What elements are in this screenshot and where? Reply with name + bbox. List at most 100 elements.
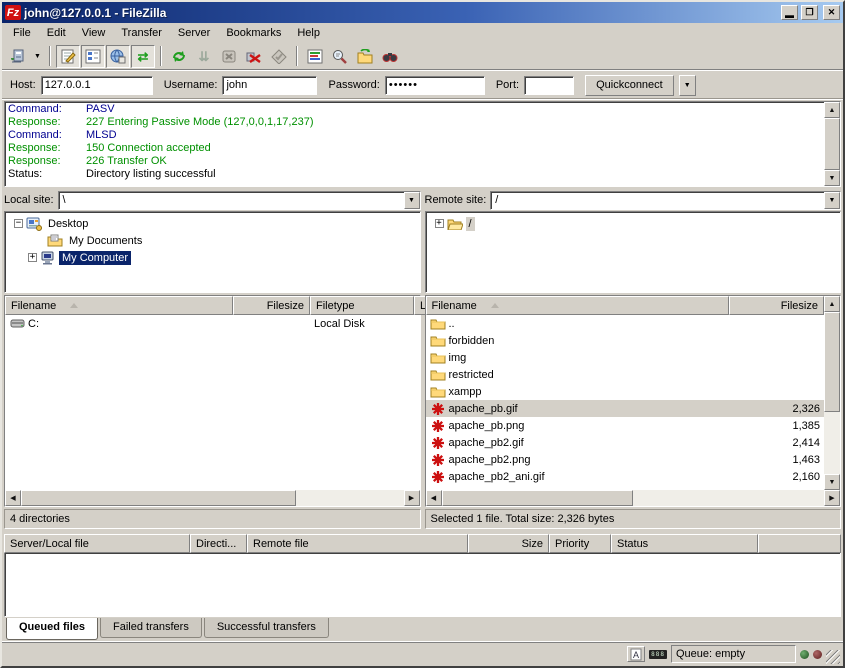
process-queue-button[interactable]: ⇊ [192,45,216,68]
speed-limit-indicator-icon[interactable]: 888 [649,650,667,659]
title-bar[interactable]: Fz john@127.0.0.1 - FileZilla ▬ ❒ ✕ [2,2,843,23]
close-button[interactable]: ✕ [823,5,840,20]
column-header-size[interactable]: Size [468,534,549,553]
local-directory-tree[interactable]: − Desktop My Documents + [4,211,421,293]
local-horizontal-scrollbar[interactable]: ◀ ▶ [5,490,420,506]
column-header-remote-file[interactable]: Remote file [247,534,468,553]
expand-icon[interactable]: + [435,219,444,228]
tab-successful-transfers[interactable]: Successful transfers [204,618,329,638]
column-header-filename[interactable]: Filename [5,296,233,315]
message-log[interactable]: Command:PASV Response:227 Entering Passi… [4,101,841,187]
menu-file[interactable]: File [5,25,39,41]
remote-directory-tree[interactable]: + / [425,211,842,293]
quickconnect-button[interactable]: Quickconnect [585,75,674,96]
file-row[interactable]: .. [426,315,825,332]
file-name: forbidden [449,335,495,347]
file-row-selected[interactable]: apache_pb.gif 2,326 [426,400,825,417]
filter-button[interactable] [303,45,327,68]
password-input[interactable] [385,76,485,95]
synchronized-browsing-button[interactable] [353,45,377,68]
queue-tabs: Queued files Failed transfers Successful… [2,617,843,641]
quickconnect-dropdown[interactable]: ▼ [679,75,696,96]
resize-grip[interactable] [826,650,840,664]
remote-horizontal-scrollbar[interactable]: ◀ ▶ [426,490,841,506]
scroll-right-icon[interactable]: ▶ [404,490,420,506]
scroll-left-icon[interactable]: ◀ [5,490,21,506]
expand-icon[interactable]: + [28,253,37,262]
file-row[interactable]: apache_pb2.gif 2,414 [426,434,825,451]
menu-view[interactable]: View [74,25,114,41]
chevron-down-icon[interactable]: ▼ [404,192,420,209]
remote-list-body[interactable]: .. forbidden img [426,315,825,490]
queue-list-body[interactable] [4,553,841,617]
column-header-filesize[interactable]: Filesize [729,296,824,315]
disconnect-button[interactable] [242,45,266,68]
file-name: img [449,352,467,364]
column-header-status[interactable]: Status [611,534,758,553]
tree-item-desktop[interactable]: − Desktop [7,215,418,232]
file-row[interactable]: xampp [426,383,825,400]
menu-help[interactable]: Help [289,25,328,41]
file-row[interactable]: apache_pb2.png 1,463 [426,451,825,468]
remote-vertical-scrollbar[interactable]: ▲ ▼ [824,296,840,490]
toggle-remote-tree-button[interactable] [106,45,130,68]
file-row[interactable]: apache_pb.png 1,385 [426,417,825,434]
local-list-body[interactable]: C: Local Disk [5,315,420,490]
tree-item-my-documents[interactable]: My Documents [7,232,418,249]
data-type-indicator-icon[interactable]: A [627,646,645,662]
file-row[interactable]: img [426,349,825,366]
scroll-down-icon[interactable]: ▼ [824,474,840,490]
tab-failed-transfers[interactable]: Failed transfers [100,618,202,638]
site-manager-dropdown[interactable]: ▼ [31,45,44,68]
column-header-server-local-file[interactable]: Server/Local file [4,534,190,553]
directory-comparison-button[interactable] [328,45,352,68]
toggle-local-tree-button[interactable] [81,45,105,68]
cancel-operation-button[interactable] [217,45,241,68]
file-row-c-drive[interactable]: C: Local Disk [5,315,420,332]
chevron-down-icon[interactable]: ▼ [824,192,840,209]
menu-transfer[interactable]: Transfer [113,25,170,41]
reconnect-button[interactable] [267,45,291,68]
remote-status-text: Selected 1 file. Total size: 2,326 bytes [425,509,842,529]
collapse-icon[interactable]: − [14,219,23,228]
file-size: 1,463 [729,454,824,466]
column-header-filesize[interactable]: Filesize [233,296,310,315]
column-header-filename[interactable]: Filename [426,296,730,315]
toggle-transfer-queue-button[interactable]: ⇄ [131,45,155,68]
scroll-down-icon[interactable]: ▼ [824,170,840,186]
tree-item-my-computer[interactable]: + My Computer [7,249,418,266]
file-row[interactable]: forbidden [426,332,825,349]
column-header-priority[interactable]: Priority [549,534,611,553]
site-manager-button[interactable] [6,45,30,68]
tab-queued-files[interactable]: Queued files [6,618,98,640]
scroll-up-icon[interactable]: ▲ [824,296,840,312]
host-input[interactable] [41,76,153,95]
local-site-combobox[interactable]: \ ▼ [58,191,421,210]
file-name: apache_pb.gif [449,403,518,415]
maximize-button[interactable]: ❒ [801,5,818,20]
remote-site-combobox[interactable]: / ▼ [490,191,841,210]
file-row[interactable]: restricted [426,366,825,383]
file-row[interactable]: apache_pb2_ani.gif 2,160 [426,468,825,485]
local-file-list[interactable]: Filename Filesize Filetype L C: [4,295,421,507]
minimize-button[interactable]: ▬ [781,5,798,20]
username-input[interactable] [222,76,317,95]
menu-edit[interactable]: Edit [39,25,74,41]
tree-item-root[interactable]: + / [428,215,839,232]
menu-bookmarks[interactable]: Bookmarks [218,25,289,41]
scroll-left-icon[interactable]: ◀ [426,490,442,506]
log-label: Status: [8,168,86,181]
log-vertical-scrollbar[interactable]: ▲ ▼ [824,102,840,186]
remote-file-list[interactable]: Filename Filesize .. forbidden [425,295,842,507]
toggle-message-log-button[interactable] [56,45,80,68]
refresh-button[interactable] [167,45,191,68]
port-input[interactable] [524,76,574,95]
password-label: Password: [328,79,379,91]
column-header-filetype[interactable]: Filetype [310,296,414,315]
find-files-button[interactable] [378,45,402,68]
log-text: MLSD [86,129,117,142]
column-header-direction[interactable]: Directi... [190,534,247,553]
menu-server[interactable]: Server [170,25,218,41]
scroll-up-icon[interactable]: ▲ [824,102,840,118]
scroll-right-icon[interactable]: ▶ [824,490,840,506]
